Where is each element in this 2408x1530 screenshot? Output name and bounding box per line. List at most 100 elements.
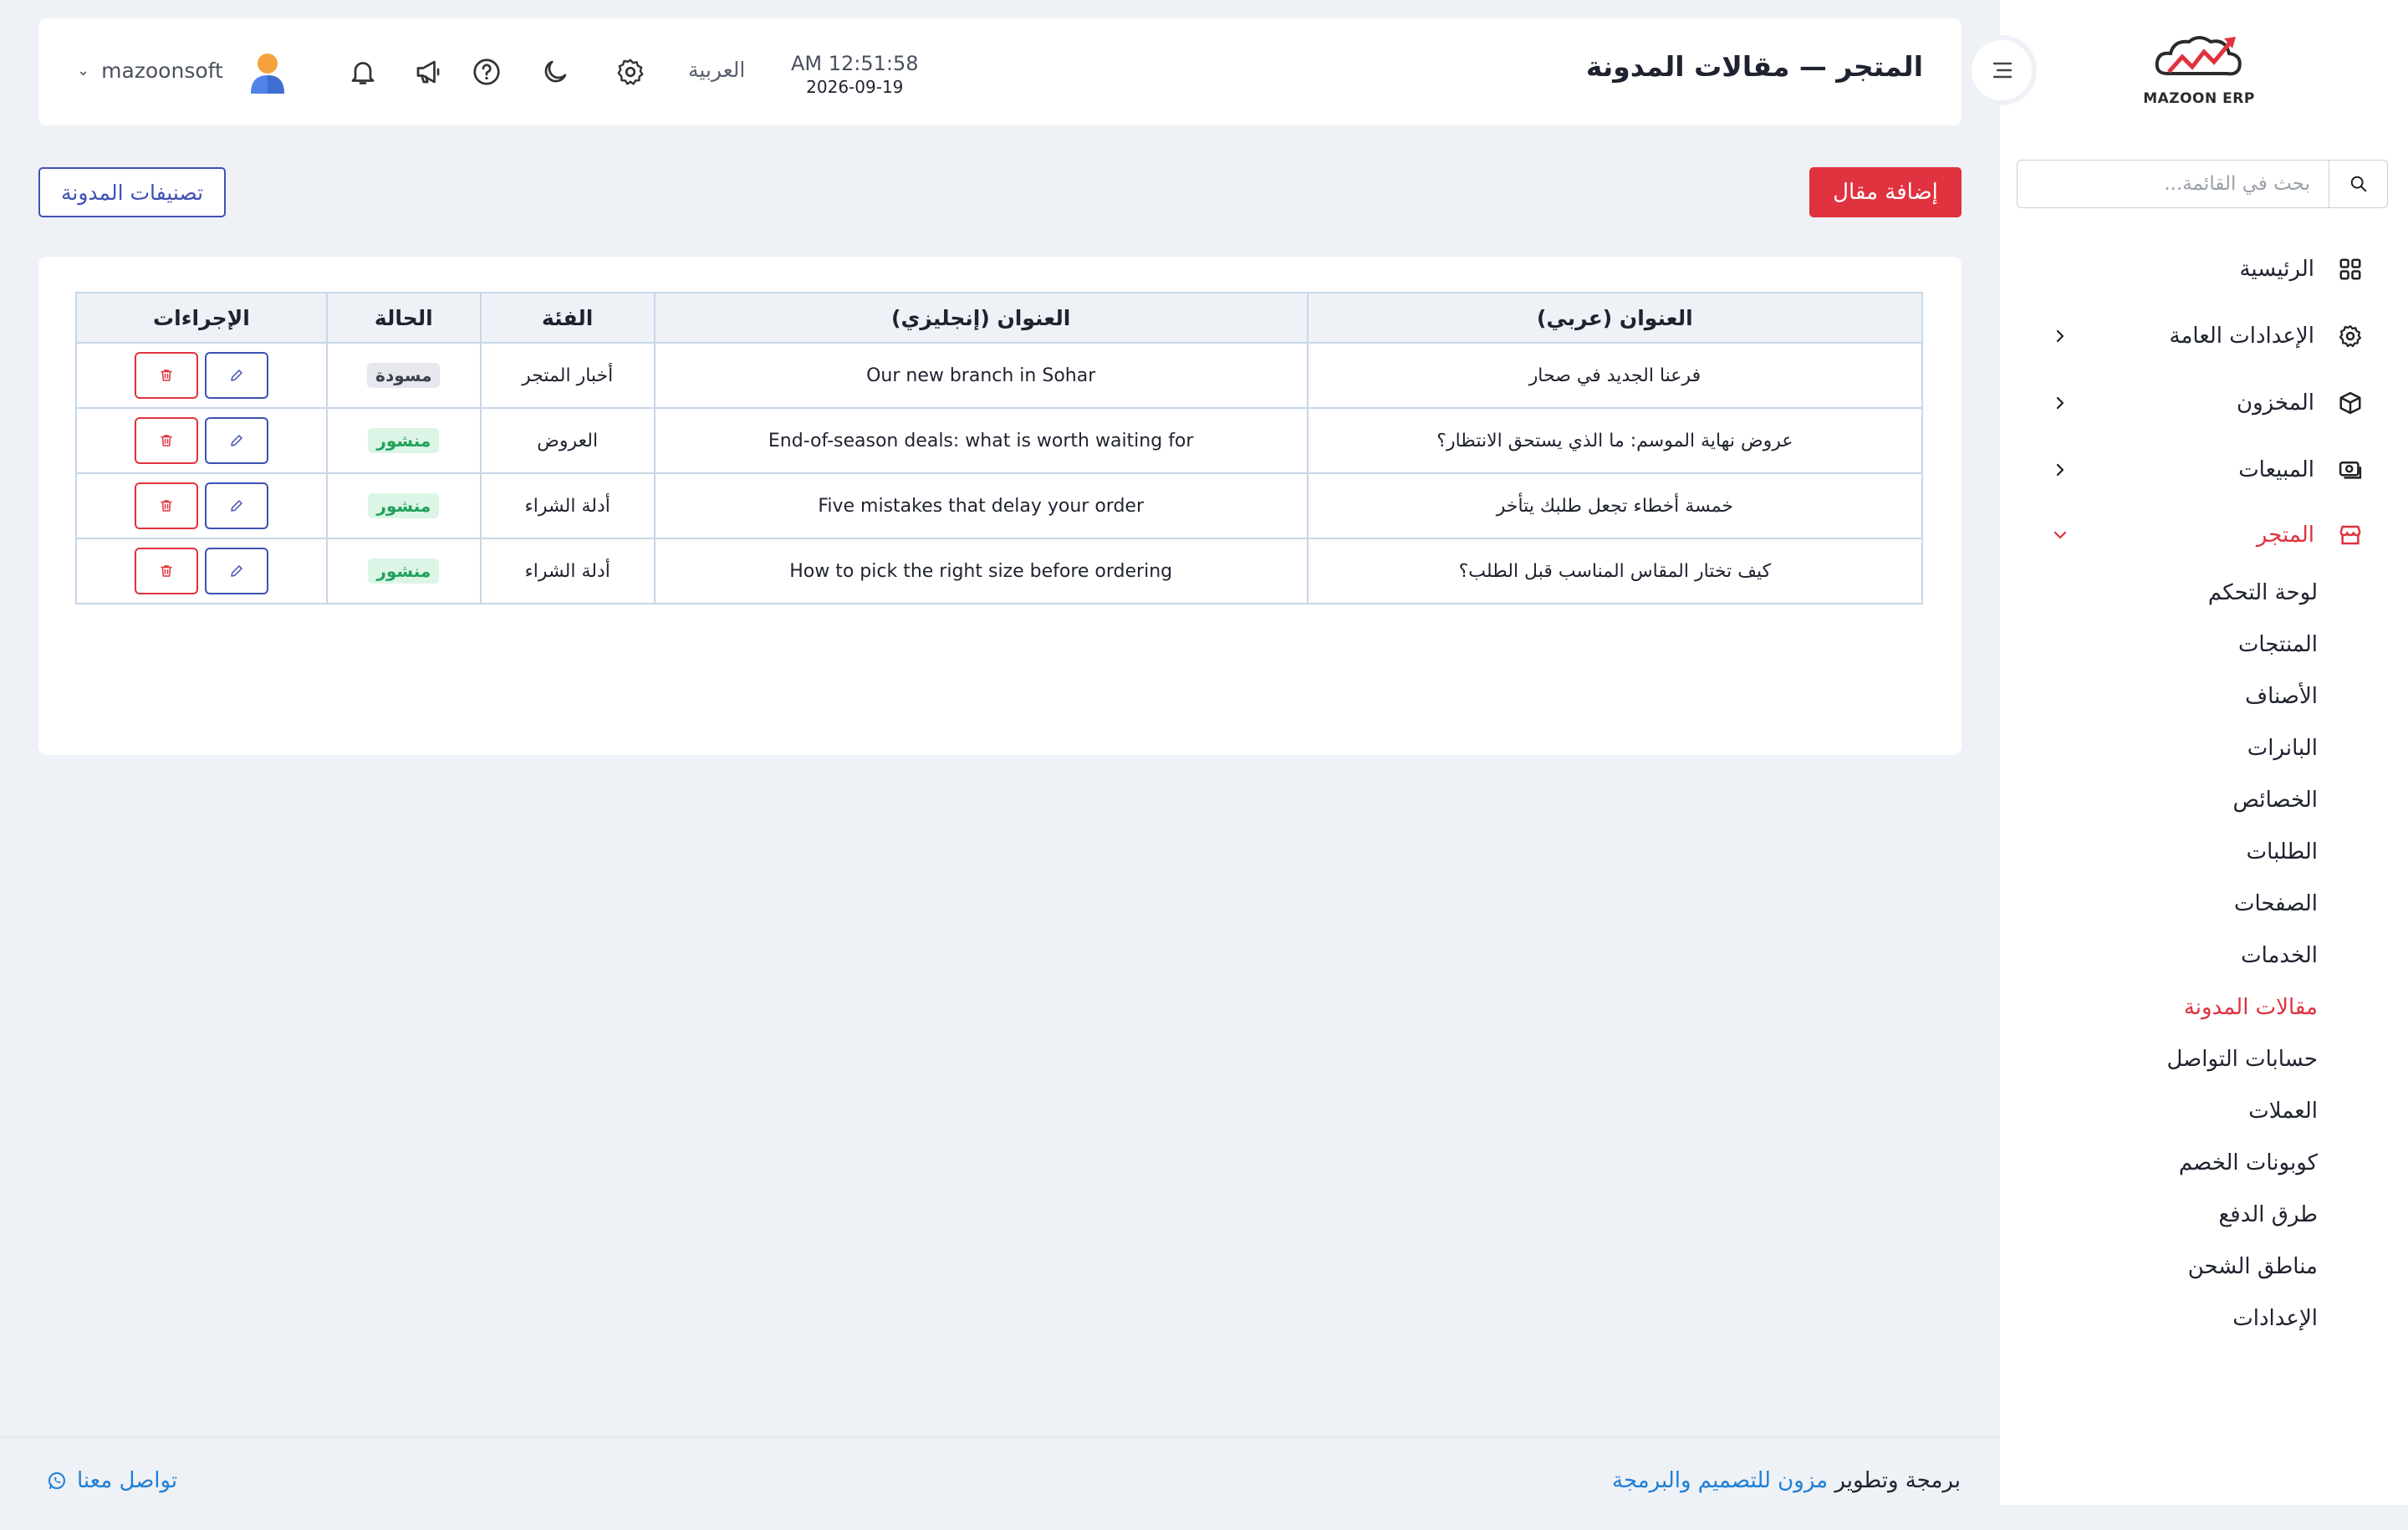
sidebar-subitem-categories[interactable]: الأصناف — [2245, 684, 2318, 709]
sidebar-subitem-orders[interactable]: الطلبات — [2247, 839, 2318, 864]
language-switcher[interactable]: العربية — [688, 58, 745, 82]
sidebar-item-sales[interactable]: المبيعات — [2005, 446, 2365, 493]
clock-date: 2026-09-19 — [806, 77, 904, 97]
column-header-title-ar: العنوان (عربي) — [1306, 292, 1924, 344]
add-post-button[interactable]: إضافة مقال — [1809, 167, 1962, 217]
table-header-row: العنوان (عربي) العنوان (إنجليزي) الفئة ا… — [75, 292, 1924, 344]
sidebar-item-label: المبيعات — [2238, 457, 2314, 482]
edit-button[interactable] — [204, 417, 268, 464]
delete-button[interactable] — [134, 548, 198, 594]
logo-text: MAZOON ERP — [2143, 90, 2255, 107]
sidebar-subitem-dashboard[interactable]: لوحة التحكم — [2208, 580, 2318, 605]
edit-button[interactable] — [204, 482, 268, 529]
cell-status: مسودة — [325, 342, 482, 409]
cell-actions — [75, 342, 328, 409]
cell-title-ar: عروض نهاية الموسم: ما الذي يستحق الانتظا… — [1306, 407, 1924, 474]
help-icon — [473, 59, 500, 85]
sidebar-subitem-attributes[interactable]: الخصائص — [2233, 788, 2319, 813]
chevron-down-icon: ⌄ — [77, 62, 90, 79]
sidebar-subitem-shipping-zones[interactable]: مناطق الشحن — [2188, 1254, 2318, 1279]
sidebar-subitem-products[interactable]: المنتجات — [2238, 632, 2318, 657]
blog-posts-card: العنوان (عربي) العنوان (إنجليزي) الفئة ا… — [38, 257, 1962, 755]
cell-category: أدلة الشراء — [479, 472, 656, 539]
sidebar-subitem-services[interactable]: الخدمات — [2241, 943, 2318, 968]
delete-button[interactable] — [134, 482, 198, 529]
chevron-down-icon — [2048, 523, 2072, 547]
table-row: خمسة أخطاء تجعل طلبك يتأخر Five mistakes… — [75, 472, 1924, 539]
sidebar-subitem-currencies[interactable]: العملات — [2248, 1099, 2318, 1124]
announcements-button[interactable] — [410, 54, 446, 90]
sidebar-item-home[interactable]: الرئيسية — [2005, 246, 2365, 293]
sidebar-item-inventory[interactable]: المخزون — [2005, 380, 2365, 426]
chevron-left-icon — [2048, 324, 2072, 348]
developer-link[interactable]: مزون للتصميم والبرمجة — [1612, 1468, 1828, 1493]
trash-icon — [161, 500, 172, 512]
cell-title-ar: خمسة أخطاء تجعل طلبك يتأخر — [1306, 472, 1924, 539]
chevron-left-icon — [2048, 458, 2072, 482]
cell-actions — [75, 407, 328, 474]
status-badge: منشور — [368, 493, 440, 518]
cell-actions — [75, 538, 328, 604]
delete-button[interactable] — [134, 352, 198, 399]
sidebar-subitem-social-accounts[interactable]: حسابات التواصل — [2166, 1047, 2318, 1072]
edit-button[interactable] — [204, 548, 268, 594]
cell-title-ar: كيف تختار المقاس المناسب قبل الطلب؟ — [1306, 538, 1924, 604]
chevron-left-icon — [2048, 391, 2072, 415]
bell-icon — [351, 62, 375, 84]
search-icon — [2350, 176, 2366, 192]
column-header-category: الفئة — [479, 292, 656, 344]
pencil-icon — [231, 500, 242, 512]
gear-icon — [2336, 322, 2365, 350]
blog-posts-table: العنوان (عربي) العنوان (إنجليزي) الفئة ا… — [75, 292, 1924, 604]
status-badge: مسودة — [367, 363, 441, 388]
page-title: المتجر — مقالات المدونة — [1585, 50, 1923, 83]
cell-title-en: End-of-season deals: what is worth waiti… — [653, 407, 1309, 474]
cell-status: منشور — [325, 472, 482, 539]
pencil-icon — [231, 435, 242, 446]
dark-mode-toggle[interactable] — [537, 54, 574, 90]
footer-credit-prefix: برمجة وتطوير — [1834, 1468, 1962, 1493]
sidebar-search-input[interactable] — [2018, 161, 2329, 207]
sidebar-subitem-pages[interactable]: الصفحات — [2234, 891, 2318, 916]
sidebar-search — [2017, 160, 2388, 208]
sidebar-subitem-settings[interactable]: الإعدادات — [2232, 1306, 2318, 1331]
status-badge: منشور — [368, 558, 440, 584]
edit-button[interactable] — [204, 352, 268, 399]
store-icon — [2336, 521, 2365, 549]
sidebar-subitem-payment-methods[interactable]: طرق الدفع — [2218, 1202, 2318, 1227]
app-logo[interactable]: MAZOON ERP — [2115, 30, 2283, 122]
table-row: فرعنا الجديد في صحار Our new branch in S… — [75, 342, 1924, 409]
gear-icon — [617, 59, 644, 85]
cell-title-en: How to pick the right size before orderi… — [653, 538, 1309, 604]
user-menu[interactable]: ⌄ mazoonsoft — [77, 59, 223, 83]
cell-category: العروض — [479, 407, 656, 474]
table-row: كيف تختار المقاس المناسب قبل الطلب؟ How … — [75, 538, 1924, 604]
cell-title-ar: فرعنا الجديد في صحار — [1306, 342, 1924, 409]
sidebar-toggle-button[interactable] — [1967, 35, 2037, 105]
sidebar-item-label: المخزون — [2237, 390, 2314, 416]
delete-button[interactable] — [134, 417, 198, 464]
menu-icon — [1992, 62, 2013, 79]
search-button[interactable] — [2329, 161, 2387, 207]
column-header-status: الحالة — [325, 292, 482, 344]
avatar[interactable] — [246, 50, 289, 95]
sidebar-item-general-settings[interactable]: الإعدادات العامة — [2005, 313, 2365, 360]
trash-icon — [161, 435, 172, 446]
cell-actions — [75, 472, 328, 539]
trash-icon — [161, 565, 172, 577]
column-header-actions: الإجراءات — [75, 292, 328, 344]
sidebar-item-store[interactable]: المتجر — [2005, 512, 2365, 558]
help-button[interactable] — [468, 54, 505, 90]
sidebar-subitem-coupons[interactable]: كوبونات الخصم — [2179, 1150, 2318, 1176]
contact-us-link[interactable]: تواصل معنا — [47, 1468, 177, 1493]
settings-button[interactable] — [612, 54, 649, 90]
notifications-button[interactable] — [344, 54, 381, 90]
cell-title-en: Five mistakes that delay your order — [653, 472, 1309, 539]
pencil-icon — [231, 370, 242, 381]
sidebar-subitem-blog-posts[interactable]: مقالات المدونة — [2184, 995, 2318, 1020]
sidebar-subitem-banners[interactable]: البانرات — [2247, 736, 2318, 761]
blog-categories-button[interactable]: تصنيفات المدونة — [38, 167, 226, 217]
cash-icon — [2336, 456, 2365, 484]
clock: AM 12:51:58 2026-09-19 — [791, 52, 919, 97]
cell-category: أخبار المتجر — [479, 342, 656, 409]
